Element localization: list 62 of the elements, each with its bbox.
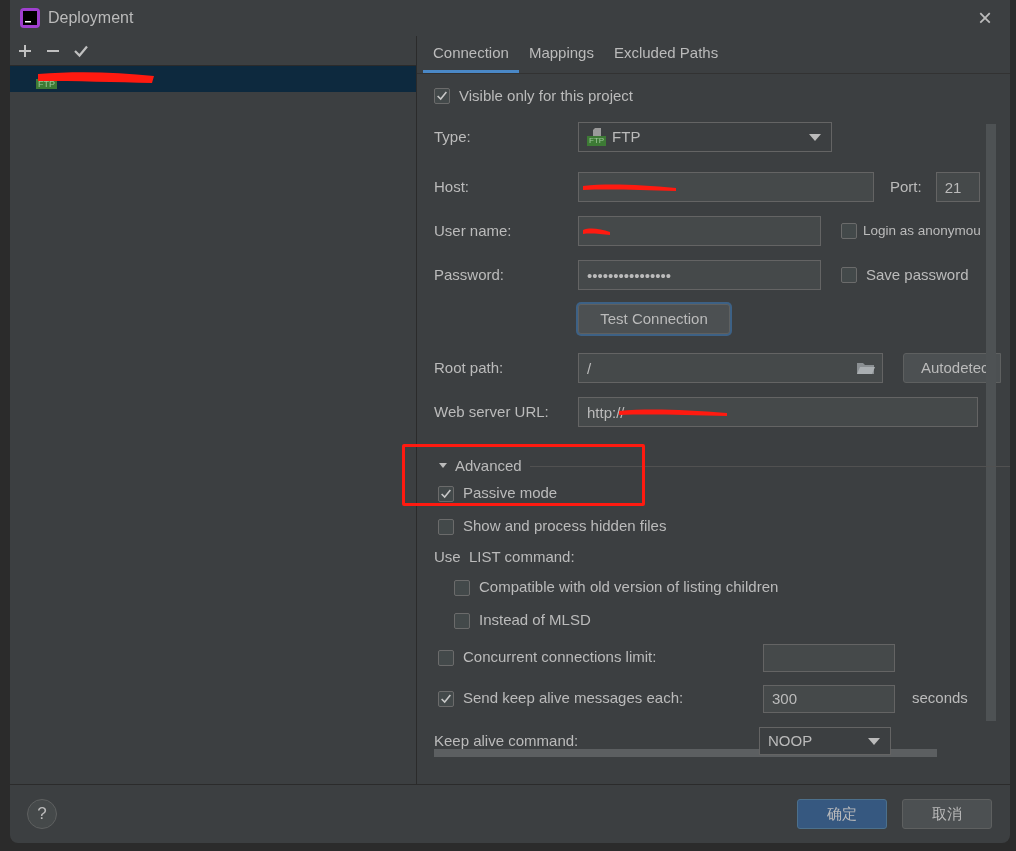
checkbox-label: Visible only for this project (459, 85, 633, 106)
autodetect-button[interactable]: Autodetec (903, 353, 1001, 383)
server-item[interactable]: FTP (10, 66, 416, 92)
checkbox-label: Save password (866, 264, 969, 285)
checkbox[interactable] (438, 649, 454, 666)
checkbox[interactable] (438, 485, 454, 502)
dropdown[interactable]: NOOP (759, 727, 891, 755)
close-button[interactable]: × (970, 6, 1000, 30)
host-field[interactable] (578, 172, 874, 202)
tab[interactable]: Connection (423, 36, 519, 73)
checkbox[interactable] (438, 690, 454, 707)
check-icon (74, 43, 88, 58)
app-icon (20, 8, 40, 28)
remove-icon (46, 49, 60, 52)
checkbox-label: Instead of MLSD (479, 610, 591, 631)
dropdown-value: FTP (612, 126, 641, 147)
checkbox-label: Send keep alive messages each: (463, 688, 684, 709)
checkbox[interactable] (438, 518, 454, 535)
help-button[interactable]: ? (27, 799, 57, 829)
field-label: Port: (890, 176, 922, 197)
dropdown-value: NOOP (768, 730, 813, 751)
scrollbar[interactable] (434, 749, 937, 757)
username-field[interactable] (578, 216, 821, 246)
input-field[interactable] (763, 643, 895, 672)
group-label: Use LIST command: (434, 546, 576, 567)
tab[interactable]: Excluded Paths (603, 36, 729, 73)
field-label: User name: (434, 220, 513, 241)
checkbox[interactable] (841, 267, 857, 283)
test-connection-button[interactable]: Test Connection (578, 304, 730, 334)
window-title: Deployment (48, 8, 134, 28)
section-title: Advanced (455, 455, 522, 476)
checkbox[interactable] (841, 223, 857, 239)
checkbox[interactable] (434, 88, 450, 104)
ok-button[interactable]: 确定 (797, 799, 887, 829)
field-label: Type: (434, 126, 472, 147)
field-label: Host: (434, 176, 470, 197)
caret-icon (868, 737, 880, 745)
field-label: Keep alive command: (434, 730, 580, 751)
caret-icon (809, 133, 821, 141)
checkbox-label: Compatible with old version of listing children (479, 577, 779, 598)
unit-label: seconds (912, 688, 968, 709)
url-field[interactable]: http:// (578, 397, 978, 427)
port-field[interactable]: 21 (935, 172, 980, 202)
checkbox-label: Login as anonymou (863, 221, 981, 240)
folder-icon (857, 361, 875, 375)
field-label: Web server URL: (434, 401, 550, 422)
scrollbar[interactable] (986, 124, 996, 721)
input-field[interactable]: 300 (763, 684, 895, 713)
checkbox-label: Passive mode (463, 483, 558, 504)
cancel-button[interactable]: 取消 (902, 799, 992, 829)
checkbox[interactable] (454, 579, 470, 596)
checkbox[interactable] (454, 612, 470, 629)
type-dropdown[interactable]: FTP FTP (578, 122, 832, 152)
ftp-badge: FTP (587, 136, 607, 146)
checkbox-label: Concurrent connections limit: (463, 647, 657, 668)
tab[interactable]: Mappings (518, 36, 604, 73)
field-label: Root path: (434, 357, 505, 378)
field-label: Password: (434, 264, 506, 285)
root-path-field[interactable]: / (578, 353, 883, 383)
checkbox-label: Show and process hidden files (463, 516, 667, 537)
add-icon (18, 43, 32, 58)
password-field[interactable]: •••••••••••••••• (578, 260, 821, 290)
